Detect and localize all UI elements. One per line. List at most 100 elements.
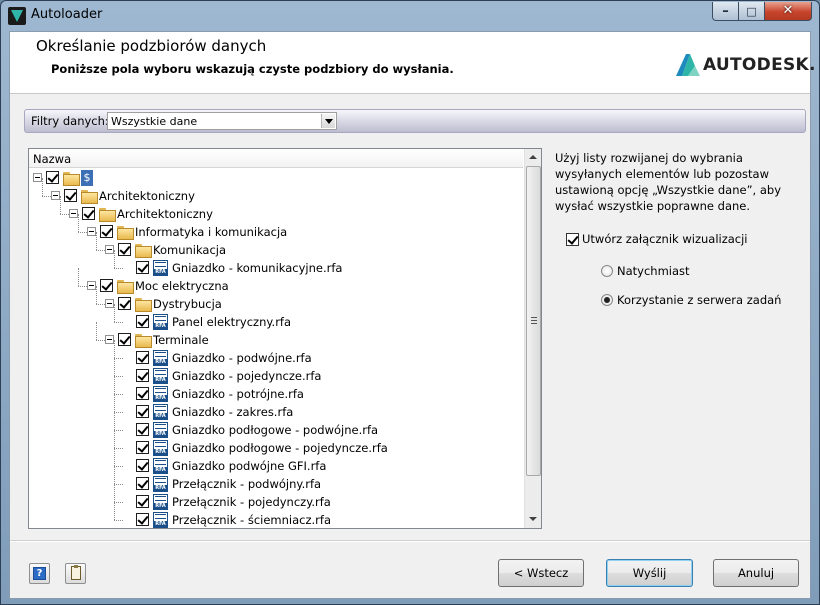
tree-folder-row[interactable]: Informatyka i komunikacja [29, 214, 523, 241]
tree-connector [114, 520, 123, 521]
subset-tree: $ Architektoniczny Architektoniczny Informa… [29, 169, 523, 528]
tree-folder-row[interactable]: Terminale [29, 322, 523, 349]
tree-connector [42, 196, 51, 197]
folder-icon [117, 226, 134, 240]
tree-checkbox[interactable] [136, 261, 149, 274]
tree-file-row[interactable]: Przełącznik - podwójny.rfa [29, 466, 523, 493]
collapse-icon[interactable] [105, 245, 114, 254]
tree-checkbox[interactable] [136, 495, 149, 508]
tree-checkbox[interactable] [136, 405, 149, 418]
folder-icon [135, 298, 152, 312]
collapse-icon[interactable] [33, 173, 42, 182]
tree-node-label: Moc elektryczna [135, 279, 229, 293]
tree-checkbox[interactable] [100, 279, 113, 292]
data-filter-dropdown[interactable]: Wszystkie dane [107, 112, 337, 130]
tree-node-label: Gniazdko - zakres.rfa [172, 405, 294, 419]
tree-checkbox[interactable] [136, 513, 149, 526]
subset-tree-panel: Nazwa $ Architektoniczny Architektoniczny I… [28, 148, 542, 529]
tree-checkbox[interactable] [118, 243, 131, 256]
send-button[interactable]: Wyślij [606, 559, 693, 587]
tree-connector [60, 196, 61, 214]
tree-folder-row[interactable]: Dystrybucja [29, 286, 523, 313]
scroll-thumb[interactable] [526, 166, 541, 476]
radio-off-icon[interactable] [601, 265, 613, 277]
tree-file-row[interactable]: Gniazdko - komunikacyjne.rfa [29, 250, 523, 277]
close-icon: ✕ [782, 3, 794, 18]
tree-folder-row[interactable]: Moc elektryczna [29, 268, 523, 295]
tree-folder-row[interactable]: $ [29, 169, 523, 187]
help-text: Użyj listy rozwijanej do wybrania wysyła… [555, 151, 782, 213]
filter-selected-value: Wszystkie dane [111, 115, 198, 128]
tree-checkbox[interactable] [118, 297, 131, 310]
autodesk-app-icon [8, 7, 26, 25]
maximize-button[interactable]: □ [738, 2, 765, 21]
tree-file-row[interactable]: Gniazdko - potrójne.rfa [29, 376, 523, 403]
radio-job-server-label: Korzystanie z serwera zadań [617, 293, 782, 307]
rfa-file-icon [153, 458, 168, 474]
dropdown-arrow-icon[interactable] [321, 114, 335, 128]
collapse-icon[interactable] [69, 209, 78, 218]
clipboard-button[interactable] [65, 563, 86, 584]
collapse-icon[interactable] [87, 227, 96, 236]
tree-connector [114, 502, 123, 503]
tree-file-row[interactable]: Przełącznik - pojedynczy.rfa [29, 484, 523, 511]
rfa-file-icon [153, 260, 168, 276]
rfa-file-icon [153, 314, 168, 330]
tree-connector [114, 430, 115, 448]
tree-file-row[interactable]: Gniazdko podwójne GFI.rfa [29, 448, 523, 475]
tree-checkbox[interactable] [46, 171, 59, 184]
folder-icon [99, 208, 116, 222]
tree-connector [96, 232, 97, 250]
collapse-icon[interactable] [87, 281, 96, 290]
rfa-file-icon [153, 350, 168, 366]
tree-checkbox[interactable] [136, 387, 149, 400]
tree-folder-row[interactable]: Architektoniczny [29, 178, 523, 205]
title-bar[interactable]: Autoloader – □ ✕ [1, 1, 819, 31]
tree-checkbox[interactable] [118, 333, 131, 346]
back-button[interactable]: < Wstecz [498, 559, 584, 587]
rfa-file-icon [153, 494, 168, 510]
tree-connector [96, 250, 105, 251]
cancel-button[interactable]: Anuluj [713, 559, 799, 587]
tree-connector [96, 304, 105, 305]
radio-immediately-label: Natychmiast [617, 264, 690, 278]
tree-folder-row[interactable]: Architektoniczny [29, 196, 523, 223]
tree-checkbox[interactable] [136, 423, 149, 436]
tree-connector [114, 484, 123, 485]
tree-connector [114, 304, 115, 322]
tree-checkbox[interactable] [136, 369, 149, 382]
dialog-client-area: Określanie podzbiorów danych Poniższe po… [9, 31, 815, 599]
tree-file-row[interactable]: Gniazdko podłogowe - pojedyncze.rfa [29, 430, 523, 457]
tree-connector [114, 376, 123, 377]
close-button[interactable]: ✕ [764, 2, 812, 21]
tree-file-row[interactable]: Przełącznik - ściemniacz.rfa [29, 502, 523, 528]
tree-connector [114, 448, 123, 449]
tree-file-row[interactable]: Gniazdko - podwójne.rfa [29, 340, 523, 367]
tree-folder-row[interactable]: Komunikacja [29, 232, 523, 259]
tree-checkbox[interactable] [82, 207, 95, 220]
tree-file-row[interactable]: Gniazdko - zakres.rfa [29, 394, 523, 421]
collapse-icon[interactable] [105, 335, 114, 344]
collapse-icon[interactable] [105, 299, 114, 308]
tree-file-row[interactable]: Panel elektryczny.rfa [29, 304, 523, 331]
checkbox-checked-icon[interactable] [566, 233, 579, 246]
radio-on-icon[interactable] [601, 294, 613, 306]
tree-checkbox[interactable] [136, 459, 149, 472]
footer-divider [10, 540, 810, 542]
tree-checkbox[interactable] [100, 225, 113, 238]
tree-checkbox[interactable] [64, 189, 77, 202]
scroll-down-arrow-icon[interactable] [525, 511, 541, 528]
tree-file-row[interactable]: Gniazdko podłogowe - podwójne.rfa [29, 412, 523, 439]
tree-checkbox[interactable] [136, 441, 149, 454]
tree-checkbox[interactable] [136, 477, 149, 490]
minimize-button[interactable]: – [712, 2, 739, 21]
tree-checkbox[interactable] [136, 351, 149, 364]
help-button[interactable]: ? [29, 563, 50, 584]
tree-checkbox[interactable] [136, 315, 149, 328]
collapse-icon[interactable] [51, 191, 60, 200]
tree-file-row[interactable]: Gniazdko - pojedyncze.rfa [29, 358, 523, 385]
tree-scrollbar[interactable] [524, 149, 541, 528]
folder-icon [135, 334, 152, 348]
tree-column-header[interactable]: Nazwa [29, 149, 523, 168]
scroll-up-arrow-icon[interactable] [525, 149, 541, 166]
